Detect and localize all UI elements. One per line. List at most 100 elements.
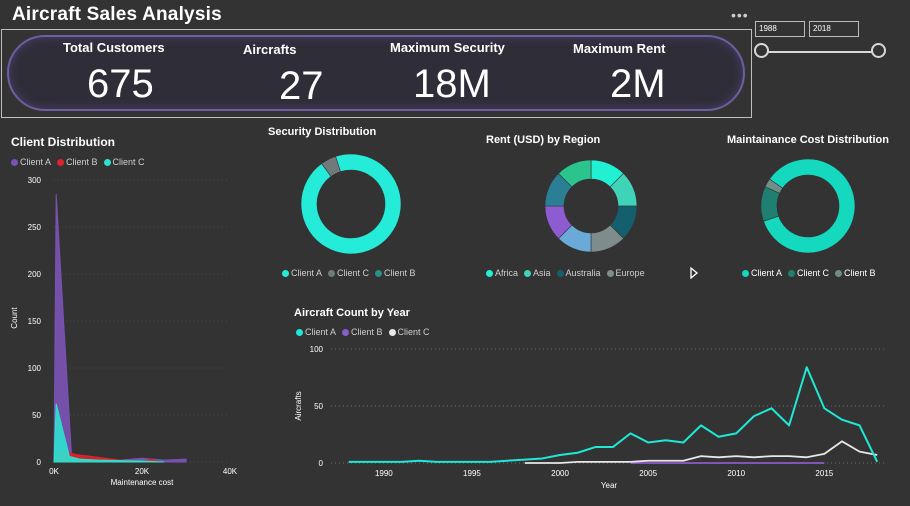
- x-tick-label: 2015: [815, 469, 833, 478]
- legend-item[interactable]: Client B: [375, 268, 416, 278]
- aircraft-count-legend: Client A Client B Client C: [296, 327, 430, 337]
- legend-dot: [103, 158, 111, 166]
- kpi-label-maximum-security: Maximum Security: [390, 40, 505, 55]
- client-distribution-legend: Client A Client B Client C: [11, 157, 145, 167]
- kpi-label-aircrafts: Aircrafts: [243, 42, 297, 57]
- legend-label: Asia: [533, 268, 551, 278]
- year-end-input[interactable]: 2018: [809, 21, 859, 37]
- security-donut-chart: [300, 153, 402, 255]
- y-tick-label: 250: [28, 223, 42, 232]
- x-tick-label: 0K: [49, 467, 59, 476]
- kpi-value-total-customers: 675: [87, 62, 154, 106]
- aircraft-count-title: Aircraft Count by Year: [294, 307, 410, 319]
- y-axis-title: Aircrafts: [294, 391, 303, 420]
- legend-dot: [486, 269, 493, 277]
- maintainance-donut-chart: [760, 158, 856, 254]
- legend-dot: [742, 269, 749, 277]
- legend-dot: [57, 158, 65, 166]
- legend-dot: [788, 269, 796, 277]
- series-area-client-a: [53, 194, 187, 463]
- legend-label: Africa: [495, 268, 519, 278]
- x-tick-label: 2005: [639, 469, 657, 478]
- legend-label: Client A: [20, 157, 52, 167]
- legend-label: Client C: [112, 157, 145, 167]
- legend-dot: [524, 269, 532, 277]
- x-tick-label: 1995: [463, 469, 481, 478]
- legend-dot: [606, 269, 614, 277]
- ellipsis-icon[interactable]: •••: [731, 7, 749, 23]
- legend-item[interactable]: Client A: [11, 157, 51, 167]
- legend-label: Client B: [384, 268, 416, 278]
- y-tick-label: 0: [319, 459, 324, 468]
- legend-item[interactable]: Client B: [835, 268, 876, 278]
- y-tick-label: 50: [32, 411, 41, 420]
- page-title: Aircraft Sales Analysis: [12, 4, 222, 25]
- aircraft-count-chart: 0 50 100 1990 1995 2000 2005 2010 2015 Year Aircra…: [294, 345, 886, 490]
- legend-next-arrow-icon[interactable]: [689, 267, 699, 279]
- x-tick-label: 20K: [135, 467, 150, 476]
- maintainance-cost-title: Maintainance Cost Distribution: [727, 134, 889, 146]
- year-slider-track[interactable]: [762, 51, 880, 53]
- security-distribution-title: Security Distribution: [268, 126, 377, 138]
- series-line-client-a: [348, 366, 879, 463]
- legend-label: Europe: [615, 268, 645, 278]
- legend-item[interactable]: Client B: [342, 327, 383, 337]
- legend-dot: [835, 269, 843, 277]
- kpi-label-maximum-rent: Maximum Rent: [573, 41, 666, 56]
- legend-item[interactable]: Client A: [282, 268, 322, 278]
- donut-slice: [763, 158, 856, 254]
- legend-label: Client A: [291, 268, 323, 278]
- legend-item[interactable]: Australia: [556, 268, 601, 278]
- legend-label: Client A: [751, 268, 783, 278]
- legend-dot: [296, 328, 303, 336]
- legend-dot: [11, 158, 18, 166]
- kpi-value-aircrafts: 27: [279, 64, 324, 108]
- rent-donut-chart: [544, 159, 638, 253]
- legend-label: Client A: [305, 327, 337, 337]
- year-slider-end-handle[interactable]: [871, 43, 886, 58]
- x-tick-label: 40K: [223, 467, 238, 476]
- x-tick-label: 1990: [375, 469, 393, 478]
- x-axis-title: Year: [601, 481, 618, 490]
- rent-by-region-title: Rent (USD) by Region: [486, 134, 601, 146]
- legend-item[interactable]: Client B: [57, 157, 98, 167]
- legend-item[interactable]: Client C: [103, 157, 145, 167]
- legend-item[interactable]: Client C: [388, 327, 430, 337]
- y-tick-label: 200: [28, 270, 42, 279]
- y-tick-label: 300: [28, 176, 42, 185]
- year-slider-start-handle[interactable]: [754, 43, 769, 58]
- legend-label: Client B: [844, 268, 876, 278]
- kpi-label-total-customers: Total Customers: [63, 40, 165, 55]
- legend-item[interactable]: Europe: [606, 268, 645, 278]
- year-start-input[interactable]: 1988: [755, 21, 805, 37]
- legend-label: Client B: [351, 327, 383, 337]
- legend-item[interactable]: Client C: [328, 268, 369, 278]
- donut-slice: [300, 153, 402, 255]
- legend-label: Client C: [397, 327, 430, 337]
- legend-label: Client C: [337, 268, 370, 278]
- x-tick-label: 2000: [551, 469, 569, 478]
- legend-dot: [556, 269, 564, 277]
- legend-item[interactable]: Client A: [742, 268, 782, 278]
- client-distribution-title: Client Distribution: [11, 135, 115, 149]
- security-legend: Client A Client C Client B: [282, 268, 416, 278]
- y-tick-label: 100: [310, 345, 324, 354]
- kpi-value-maximum-security: 18M: [413, 62, 491, 106]
- kpi-value-maximum-rent: 2M: [610, 62, 666, 106]
- legend-dot: [388, 328, 396, 336]
- legend-label: Client B: [66, 157, 98, 167]
- y-tick-label: 0: [37, 458, 42, 467]
- y-tick-label: 100: [28, 364, 42, 373]
- y-tick-label: 50: [314, 402, 323, 411]
- x-axis-title: Maintenance cost: [111, 478, 174, 487]
- legend-item[interactable]: Client C: [788, 268, 829, 278]
- legend-item[interactable]: Asia: [524, 268, 551, 278]
- legend-item[interactable]: Client A: [296, 327, 336, 337]
- legend-dot: [342, 328, 350, 336]
- x-tick-label: 2010: [727, 469, 745, 478]
- rent-legend: Africa Asia Australia Europe: [486, 268, 645, 278]
- legend-item[interactable]: Africa: [486, 268, 518, 278]
- legend-label: Client C: [797, 268, 830, 278]
- y-axis-title: Count: [10, 307, 19, 329]
- legend-dot: [328, 269, 336, 277]
